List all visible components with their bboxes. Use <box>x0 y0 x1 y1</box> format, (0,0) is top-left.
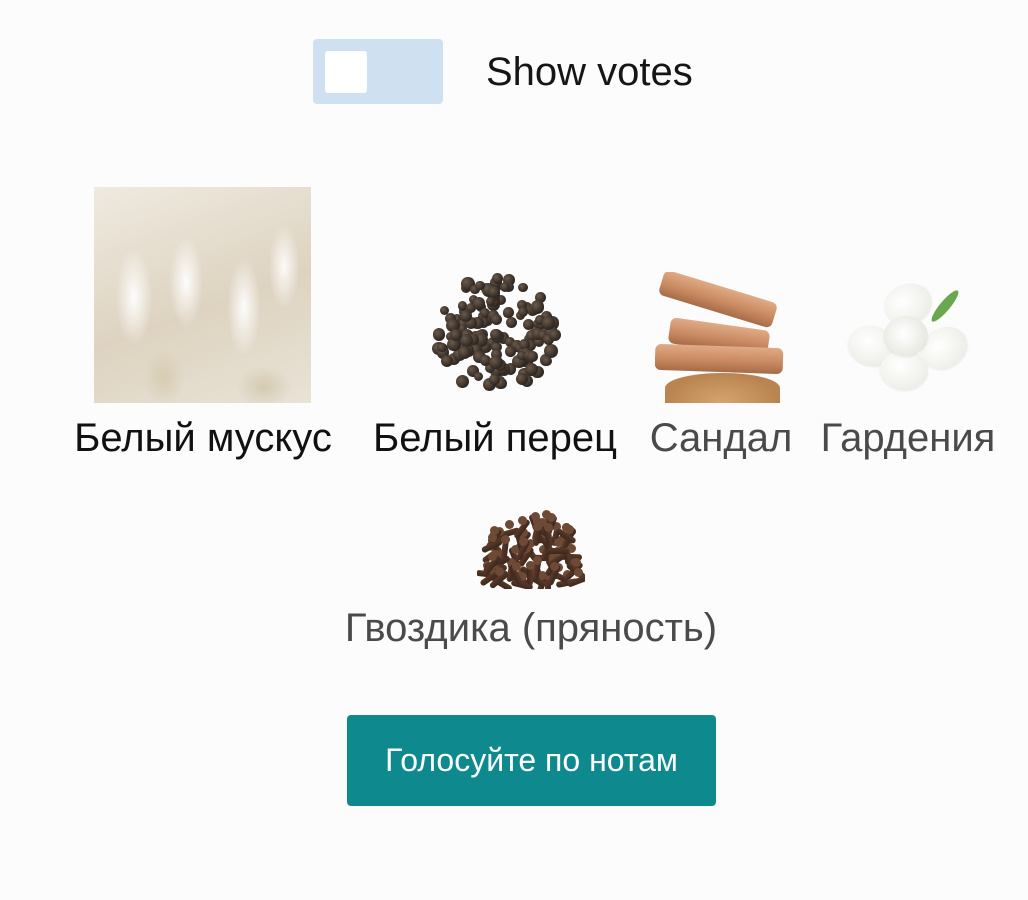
peppercorn <box>460 333 474 347</box>
peppercorn <box>517 306 528 318</box>
peppercorn <box>455 374 469 388</box>
gardenia-petal <box>884 316 928 356</box>
clove-head <box>532 556 542 566</box>
peppercorn <box>491 313 503 325</box>
peppercorn <box>437 342 447 353</box>
peppercorn <box>506 317 518 329</box>
peppercorn <box>474 371 484 381</box>
peppercorn <box>488 286 500 298</box>
peppercorn <box>488 373 500 386</box>
note-label: Гвоздика (пряность) <box>344 606 718 650</box>
gardenia-leaf <box>928 287 962 325</box>
peppercorn <box>504 346 516 357</box>
peppercorn <box>432 328 446 341</box>
peppercorn <box>472 297 486 310</box>
clove-bud <box>546 547 569 554</box>
clove-head <box>518 536 528 546</box>
peppercorn <box>549 329 562 342</box>
peppercorn <box>439 305 449 315</box>
show-votes-label: Show votes <box>486 49 693 94</box>
clove-head <box>549 561 559 571</box>
toggle-knob <box>325 51 367 93</box>
clove-image <box>477 487 585 589</box>
peppercorn <box>530 300 545 314</box>
peppercorn <box>500 281 511 292</box>
peppercorn <box>541 316 556 330</box>
clove-head <box>546 513 556 523</box>
clove-head <box>505 519 515 529</box>
show-votes-toggle[interactable] <box>313 39 443 104</box>
show-votes-row: Show votes <box>313 39 693 104</box>
note-label: Гардения <box>820 416 996 460</box>
clove-head <box>495 566 505 576</box>
peppercorn <box>541 355 552 366</box>
peppercorn <box>475 280 485 291</box>
peppercorn <box>450 328 462 341</box>
sandalwood-image <box>655 272 787 403</box>
note-label: Белый перец <box>372 416 618 460</box>
sandalwood-stick <box>655 343 784 375</box>
clove-head <box>544 522 554 532</box>
peppercorn <box>527 351 538 362</box>
clove-head <box>553 537 563 547</box>
peppercorn <box>490 328 502 340</box>
white-musk-image <box>94 187 311 403</box>
vote-notes-button[interactable]: Голосуйте по нотам <box>347 715 716 806</box>
clove-head <box>488 533 498 542</box>
peppercorn <box>460 309 473 322</box>
gardenia-image <box>844 276 972 403</box>
clove-head <box>488 551 498 561</box>
sandalwood-sawdust <box>665 373 780 403</box>
white-pepper-image <box>425 262 567 403</box>
peppercorn <box>515 373 528 386</box>
peppercorn <box>457 345 471 359</box>
note-label: Сандал <box>649 416 793 460</box>
note-label: Белый мускус <box>74 416 332 460</box>
peppercorn <box>502 307 514 318</box>
peppercorn <box>517 282 528 293</box>
peppercorn <box>440 355 453 368</box>
clove-head <box>573 567 583 577</box>
